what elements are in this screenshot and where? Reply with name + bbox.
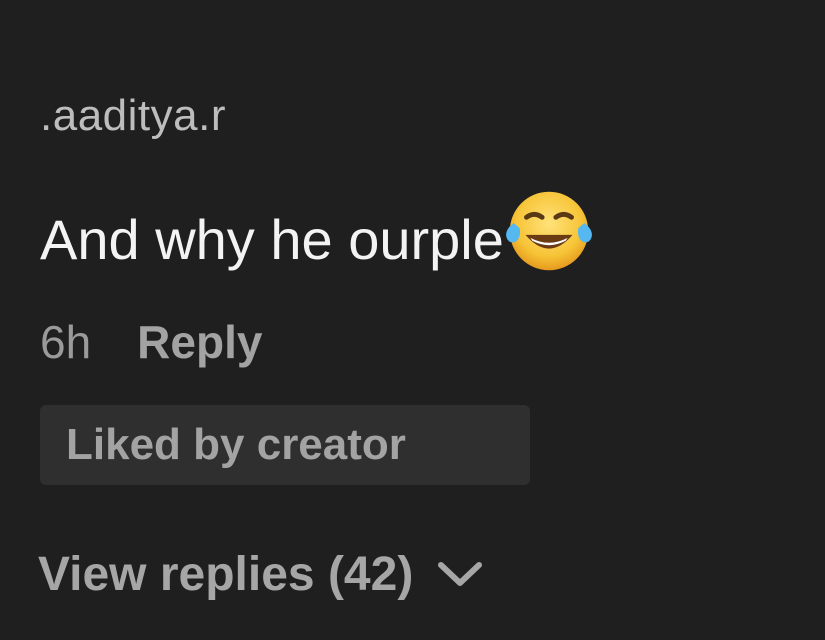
comment-username[interactable]: .aaditya.r: [40, 88, 226, 144]
comment-item: .aaditya.r And why he ourple 6h Reply Li…: [0, 0, 825, 640]
view-replies-label: View replies (42): [38, 548, 414, 601]
liked-by-creator-label: Liked by creator: [66, 420, 406, 469]
comment-text: And why he ourple: [40, 208, 504, 271]
chevron-down-icon: [438, 562, 483, 586]
reply-button[interactable]: Reply: [137, 312, 262, 372]
comment-body: And why he ourple: [40, 191, 598, 280]
view-replies-button[interactable]: View replies (42): [38, 540, 485, 610]
face-with-tears-of-joy-icon: [505, 191, 592, 271]
comment-meta: 6h Reply: [40, 312, 262, 372]
liked-by-creator-badge: Liked by creator: [40, 405, 530, 485]
comment-timestamp: 6h: [40, 316, 92, 368]
